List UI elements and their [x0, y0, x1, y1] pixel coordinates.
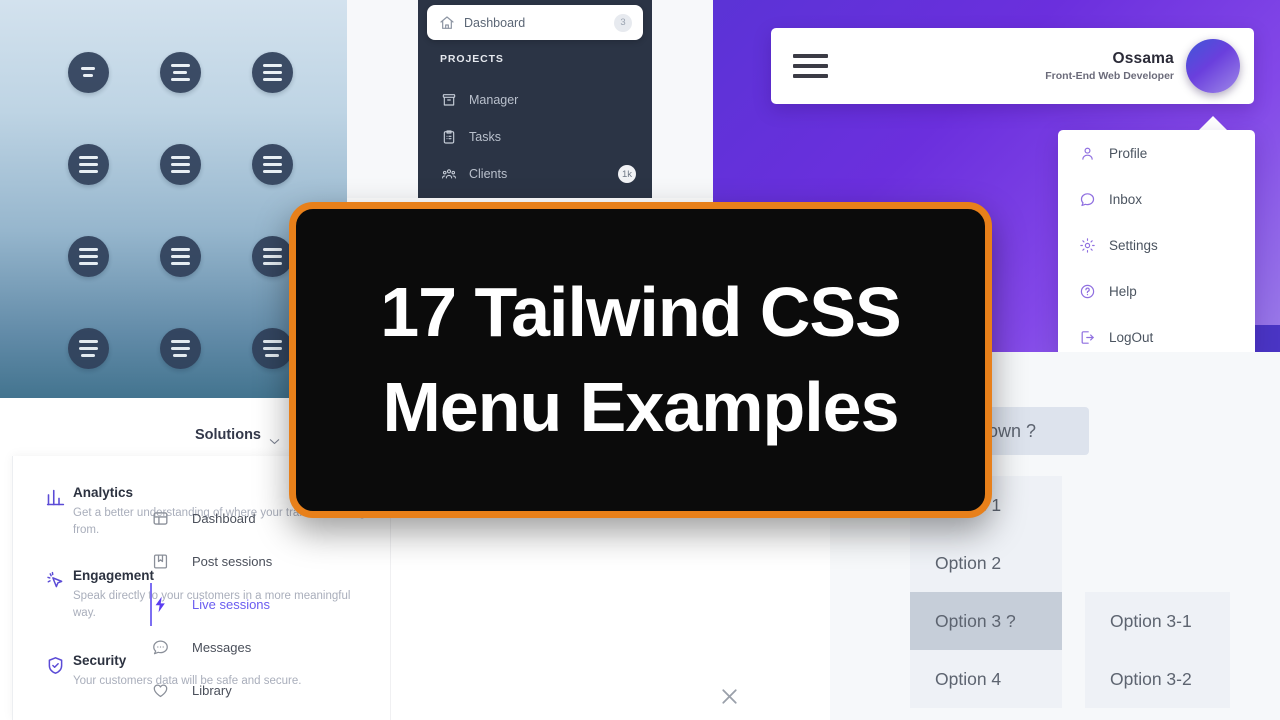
user-icon	[1078, 144, 1096, 162]
avatar[interactable]	[1186, 39, 1240, 93]
banner-line-2: Menu Examples	[382, 368, 899, 446]
sessions-item-label: Live sessions	[192, 597, 271, 612]
navbar-user[interactable]: Ossama Front-End Web Developer	[1045, 39, 1240, 93]
sidebar-item-dashboard[interactable]: Dashboard 3	[427, 5, 643, 40]
sidebar-item-tasks[interactable]: Tasks	[432, 122, 644, 152]
sidebar-item-label: Tasks	[469, 130, 501, 144]
sidebar-item-manager[interactable]: Manager	[432, 85, 644, 115]
grid-icon	[150, 509, 170, 529]
profile-navbar: Ossama Front-End Web Developer	[771, 28, 1254, 104]
chat-dots-icon	[150, 638, 170, 658]
hamburger-button[interactable]	[67, 143, 109, 185]
hamburger-button[interactable]	[159, 327, 201, 369]
option-label: Option 3 ?	[935, 610, 1016, 631]
banner-line-1: 17 Tailwind CSS	[380, 272, 901, 351]
sidebar-badge: 3	[614, 13, 632, 32]
bar-chart-icon	[45, 487, 66, 508]
option-label: Option 3-2	[1110, 668, 1192, 689]
chevron-down-icon	[269, 432, 280, 444]
solutions-trigger-label: Solutions	[194, 427, 261, 443]
sidebar-item-clients[interactable]: Clients 1k	[432, 159, 644, 189]
archive-box-icon	[440, 92, 457, 109]
option-item-3[interactable]: Option 3 ?	[910, 592, 1062, 650]
hamburger-button[interactable]	[67, 235, 109, 277]
sidebar: Dashboard 3 PROJECTS Manager Tasks Clien…	[418, 0, 652, 198]
sidebar-section-title: PROJECTS	[440, 53, 504, 65]
logout-icon	[1078, 328, 1096, 346]
sessions-item-label: Dashboard	[192, 511, 256, 526]
sessions-item-label: Messages	[192, 640, 252, 655]
options-submenu: Option 3-1 Option 3-2	[1085, 592, 1230, 708]
menu-item-label: Profile	[1109, 145, 1148, 161]
clipboard-icon	[440, 129, 457, 146]
menu-item-label: Settings	[1109, 237, 1158, 253]
title-banner: 17 Tailwind CSS Menu Examples	[289, 202, 992, 518]
hamburger-button[interactable]	[67, 327, 109, 369]
menu-item-label: LogOut	[1109, 329, 1154, 345]
heart-icon	[150, 681, 170, 701]
menu-item-settings[interactable]: Settings	[1058, 222, 1255, 268]
option-item-2[interactable]: Option 2	[910, 534, 1062, 592]
sessions-item-label: Post sessions	[192, 554, 273, 569]
option-label: Option 4	[935, 668, 1002, 689]
hamburger-button[interactable]	[159, 51, 201, 93]
chat-bubble-icon	[1078, 190, 1096, 208]
sidebar-item-label: Manager	[469, 93, 519, 107]
hamburger-button[interactable]	[251, 327, 293, 369]
close-icon[interactable]	[718, 685, 742, 709]
hamburger-icon[interactable]	[793, 54, 828, 78]
hamburger-button[interactable]	[251, 235, 293, 277]
sidebar-badge: 1k	[617, 165, 636, 183]
menu-item-inbox[interactable]: Inbox	[1058, 176, 1255, 222]
option-label: Option 2	[935, 552, 1002, 573]
menu-item-help[interactable]: Help	[1058, 268, 1255, 314]
menu-item-profile[interactable]: Profile	[1058, 130, 1255, 176]
submenu-item-3-2[interactable]: Option 3-2	[1085, 650, 1230, 708]
menu-item-label: Help	[1109, 283, 1137, 299]
menu-item-label: Inbox	[1109, 191, 1143, 207]
user-name: Ossama	[1112, 50, 1174, 67]
sessions-item-label: Library	[192, 683, 232, 698]
sidebar-panel: Dashboard 3 PROJECTS Manager Tasks Clien…	[347, 0, 713, 198]
dropdown-arrow	[1198, 116, 1228, 131]
users-group-icon	[440, 166, 457, 183]
bookmark-icon	[150, 552, 170, 572]
cursor-click-icon	[45, 570, 66, 591]
shield-check-icon	[45, 655, 66, 676]
sessions-item-library[interactable]: Library	[150, 669, 410, 712]
hamburger-grid	[42, 26, 318, 394]
sessions-item-messages[interactable]: Messages	[150, 626, 410, 669]
hamburger-button[interactable]	[251, 51, 293, 93]
hamburger-button[interactable]	[251, 143, 293, 185]
submenu-item-3-1[interactable]: Option 3-1	[1085, 592, 1230, 650]
option-item-4[interactable]: Option 4	[910, 650, 1062, 708]
gear-icon	[1078, 236, 1096, 254]
sessions-item-live-sessions[interactable]: Live sessions	[150, 583, 410, 626]
sessions-item-post-sessions[interactable]: Post sessions	[150, 540, 410, 583]
home-icon	[438, 14, 455, 31]
screenshot-canvas: Dashboard 3 PROJECTS Manager Tasks Clien…	[0, 0, 1280, 720]
hamburger-button[interactable]	[67, 51, 109, 93]
profile-dropdown-menu: Profile Inbox Settings Help LogOut	[1058, 130, 1255, 355]
sidebar-item-label: Clients	[469, 167, 508, 181]
question-circle-icon	[1078, 282, 1096, 300]
sidebar-item-label: Dashboard	[464, 15, 526, 30]
lightning-bolt-icon	[150, 595, 170, 615]
hamburger-button[interactable]	[159, 235, 201, 277]
option-label: Option 3-1	[1110, 610, 1192, 631]
user-role: Front-End Web Developer	[1045, 70, 1174, 82]
solutions-dropdown-trigger[interactable]: Solutions	[194, 427, 280, 444]
hamburger-button[interactable]	[159, 143, 201, 185]
